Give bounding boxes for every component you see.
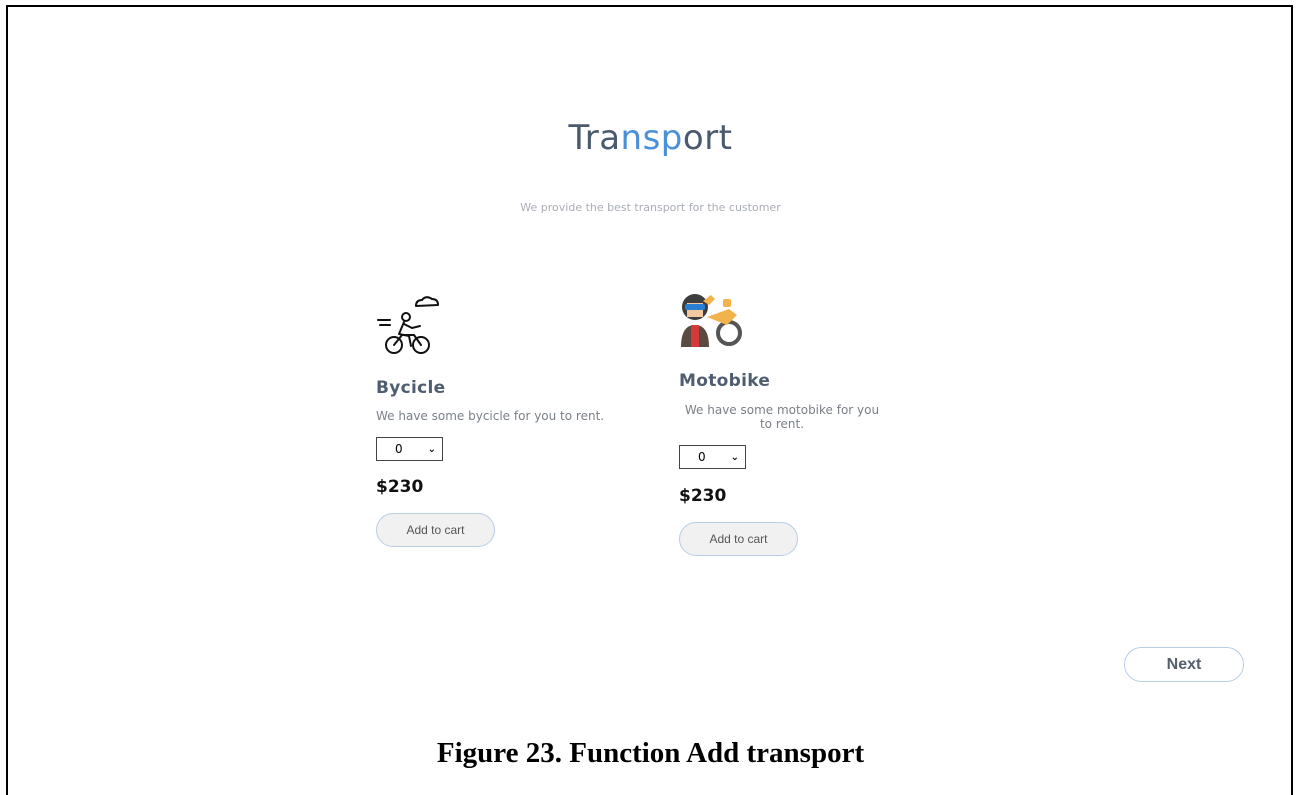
chevron-down-icon: ⌄	[730, 451, 739, 463]
quantity-select[interactable]: 0 ⌄	[376, 437, 443, 461]
title-part-1: Tra	[568, 118, 621, 158]
item-description: We have some bycicle for you to rent.	[376, 409, 605, 423]
quantity-select[interactable]: 0 ⌄	[679, 445, 746, 469]
title-part-3: ort	[682, 118, 733, 158]
motorbike-rider-icon	[681, 294, 742, 347]
quantity-value: 0	[698, 450, 706, 464]
item-price: $230	[376, 477, 424, 497]
item-name: Bycicle	[376, 378, 446, 398]
figure-caption: Figure 23. Function Add transport	[436, 737, 865, 769]
quantity-value: 0	[395, 442, 403, 456]
cyclist-icon	[377, 296, 439, 354]
page-subtitle: We provide the best transport for the cu…	[520, 201, 781, 214]
item-description: We have some motobike for you to rent.	[684, 403, 880, 431]
item-price: $230	[679, 486, 727, 506]
item-name: Motobike	[679, 371, 771, 391]
page-title: Transport	[0, 118, 1301, 158]
add-to-cart-button[interactable]: Add to cart	[376, 513, 495, 547]
next-button[interactable]: Next	[1124, 647, 1244, 682]
add-to-cart-button[interactable]: Add to cart	[679, 522, 798, 556]
chevron-down-icon: ⌄	[427, 443, 436, 455]
motorbike-card: Motobike We have some motobike for you t…	[679, 287, 909, 556]
bicycle-card: Bycicle We have some bycicle for you to …	[376, 292, 606, 547]
title-highlight: nsp	[620, 118, 683, 158]
